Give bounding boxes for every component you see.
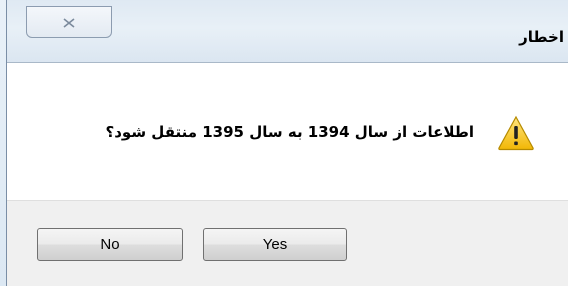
window-title: اخطار bbox=[519, 28, 564, 46]
dialog-content: اطلاعات از سال 1394 به سال 1395 منتقل شو… bbox=[7, 63, 568, 200]
close-button[interactable] bbox=[26, 6, 112, 38]
dialog-window: اخطار اطلاعات از سال 1394 به سال 1395 من… bbox=[6, 0, 568, 286]
button-bar: No Yes bbox=[7, 200, 568, 286]
warning-icon bbox=[497, 115, 535, 151]
title-bar: اخطار bbox=[7, 0, 568, 63]
no-button[interactable]: No bbox=[37, 228, 183, 261]
yes-button[interactable]: Yes bbox=[203, 228, 347, 261]
close-icon bbox=[62, 13, 76, 32]
dialog-message: اطلاعات از سال 1394 به سال 1395 منتقل شو… bbox=[105, 123, 474, 141]
